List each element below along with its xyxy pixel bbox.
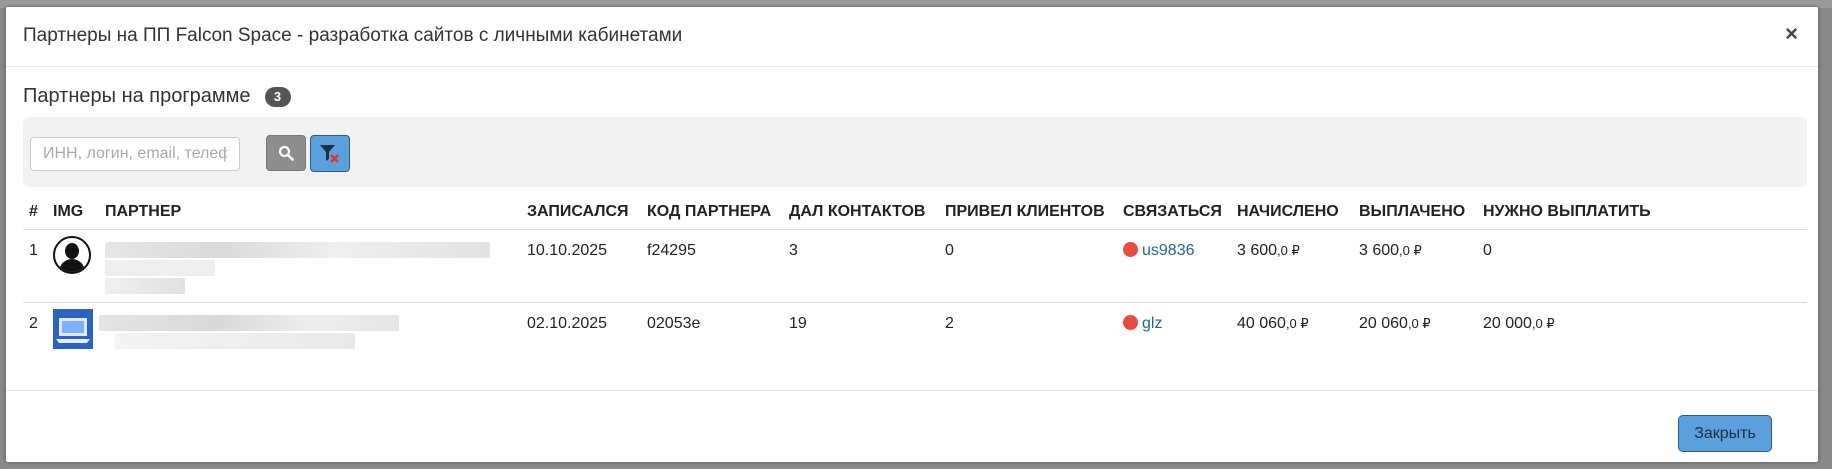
modal-title: Партнеры на ПП Falcon Space - разработка… <box>23 25 683 46</box>
contact-cell: glz <box>1117 303 1231 372</box>
section-title: Партнеры на программе 3 <box>23 85 291 108</box>
contact-cell: us9836 <box>1117 229 1231 303</box>
partner-code: f24295 <box>641 229 783 303</box>
partners-table: # IMG ПАРТНЕР ЗАПИСАЛСЯ КОД ПАРТНЕРА ДАЛ… <box>23 195 1807 371</box>
header-to-pay: НУЖНО ВЫПЛАТИТЬ <box>1477 195 1807 230</box>
status-dot-icon <box>1123 242 1138 257</box>
search-input[interactable] <box>30 137 240 171</box>
close-icon[interactable]: × <box>1785 21 1798 47</box>
to-pay-amount: 0 <box>1477 229 1807 303</box>
filter-clear-icon <box>320 144 339 163</box>
header-partner: ПАРТНЕР <box>99 195 521 230</box>
accrued-amount: 40 060,0 ₽ <box>1237 315 1309 332</box>
contacts-count: 3 <box>783 229 939 303</box>
modal-header: Партнеры на ПП Falcon Space - разработка… <box>6 7 1818 67</box>
row-number: 2 <box>29 315 38 332</box>
to-pay-amount: 20 000,0 ₽ <box>1483 315 1555 332</box>
contact-link[interactable]: glz <box>1142 315 1162 332</box>
clients-count: 0 <box>939 229 1117 303</box>
header-registered: ЗАПИСАЛСЯ <box>521 195 641 230</box>
header-accrued: НАЧИСЛЕНО <box>1231 195 1353 230</box>
partner-name-redacted <box>99 303 521 372</box>
paid-amount: 20 060,0 ₽ <box>1359 315 1431 332</box>
clients-count: 2 <box>945 315 954 332</box>
partner-image <box>47 229 99 303</box>
header-img: IMG <box>47 195 99 230</box>
header-contact: СВЯЗАТЬСЯ <box>1117 195 1231 230</box>
contact-link[interactable]: us9836 <box>1142 242 1195 259</box>
search-icon <box>278 145 294 161</box>
status-dot-icon <box>1123 315 1138 330</box>
partner-image <box>47 303 99 372</box>
partners-modal: Партнеры на ПП Falcon Space - разработка… <box>6 7 1818 462</box>
accrued-amount: 3 600,0 ₽ <box>1231 229 1353 303</box>
header-partner-code: КОД ПАРТНЕРА <box>641 195 783 230</box>
modal-footer: Закрыть <box>6 390 1818 463</box>
header-paid: ВЫПЛАЧЕНО <box>1353 195 1477 230</box>
header-num: # <box>23 195 47 230</box>
registered-date: 02.10.2025 <box>527 315 608 332</box>
close-button[interactable]: Закрыть <box>1678 415 1772 452</box>
row-number: 1 <box>23 229 47 303</box>
partner-code: 02053e <box>647 315 701 332</box>
registered-date: 10.10.2025 <box>521 229 641 303</box>
section-title-text: Партнеры на программе <box>23 85 251 107</box>
table-row: 2 02.10.2025 02053e 19 2 glz 40 060,0 ₽ … <box>23 303 1807 372</box>
partner-name-redacted <box>99 229 521 303</box>
table-row: 1 10.10.2025 f24295 3 0 us9836 3 600,0 ₽… <box>23 229 1807 303</box>
screen-avatar-icon <box>53 309 93 349</box>
header-contacts: ДАЛ КОНТАКТОВ <box>783 195 939 230</box>
paid-amount: 3 600,0 ₽ <box>1353 229 1477 303</box>
partners-count-badge: 3 <box>264 86 291 107</box>
contacts-count: 19 <box>789 315 807 332</box>
filter-bar <box>23 117 1807 187</box>
person-avatar-icon <box>53 236 91 274</box>
header-clients: ПРИВЕЛ КЛИЕНТОВ <box>939 195 1117 230</box>
clear-filter-button[interactable] <box>310 135 350 172</box>
table-header-row: # IMG ПАРТНЕР ЗАПИСАЛСЯ КОД ПАРТНЕРА ДАЛ… <box>23 195 1807 230</box>
search-button[interactable] <box>266 135 306 171</box>
